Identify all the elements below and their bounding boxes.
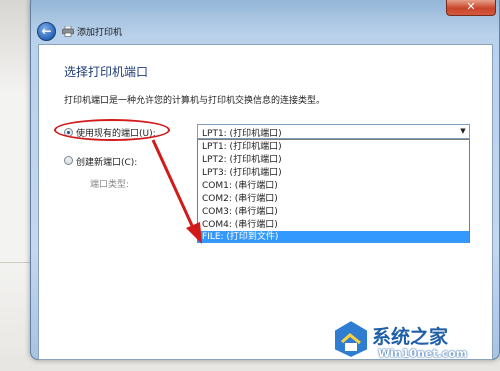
back-arrow-icon: ← [41, 24, 52, 38]
back-button[interactable]: ← [37, 22, 56, 41]
printer-icon [62, 26, 74, 37]
page-description: 打印机端口是一种允许您的计算机与打印机交换信息的连接类型。 [64, 96, 326, 106]
port-option-lpt1[interactable]: LPT1: (打印机端口) [198, 141, 469, 153]
port-option-file[interactable]: FILE: (打印到文件) [198, 231, 469, 243]
watermark-name: 系统之家 [372, 326, 449, 348]
create-new-port-radio[interactable] [64, 156, 73, 165]
dropdown-arrow-icon[interactable]: ▼ [457, 125, 469, 138]
port-dropdown-list[interactable]: LPT1: (打印机端口) LPT2: (打印机端口) LPT3: (打印机端口… [197, 139, 470, 243]
create-new-port-label[interactable]: 创建新端口(C): [76, 155, 137, 168]
port-option-com2[interactable]: COM2: (串行端口) [198, 193, 469, 205]
annotation-arrow-icon [151, 139, 202, 244]
port-option-com1[interactable]: COM1: (串行端口) [198, 180, 469, 192]
port-option-lpt2[interactable]: LPT2: (打印机端口) [198, 154, 469, 166]
combobox-value: LPT1: (打印机端口) [202, 129, 282, 139]
existing-port-combobox[interactable]: LPT1: (打印机端口) ▼ [197, 124, 470, 139]
port-option-com3[interactable]: COM3: (串行端口) [198, 206, 469, 218]
close-button[interactable]: ✕ [446, 0, 496, 16]
page-title: 选择打印机端口 [64, 65, 149, 79]
port-option-com4[interactable]: COM4: (串行端口) [198, 219, 469, 231]
port-option-lpt3[interactable]: LPT3: (打印机端口) [198, 167, 469, 179]
window-title: 添加打印机 [77, 28, 123, 38]
watermark-url: Win10net.com [378, 347, 468, 360]
watermark-logo-icon [333, 318, 369, 360]
port-type-label: 端口类型: [90, 180, 130, 190]
